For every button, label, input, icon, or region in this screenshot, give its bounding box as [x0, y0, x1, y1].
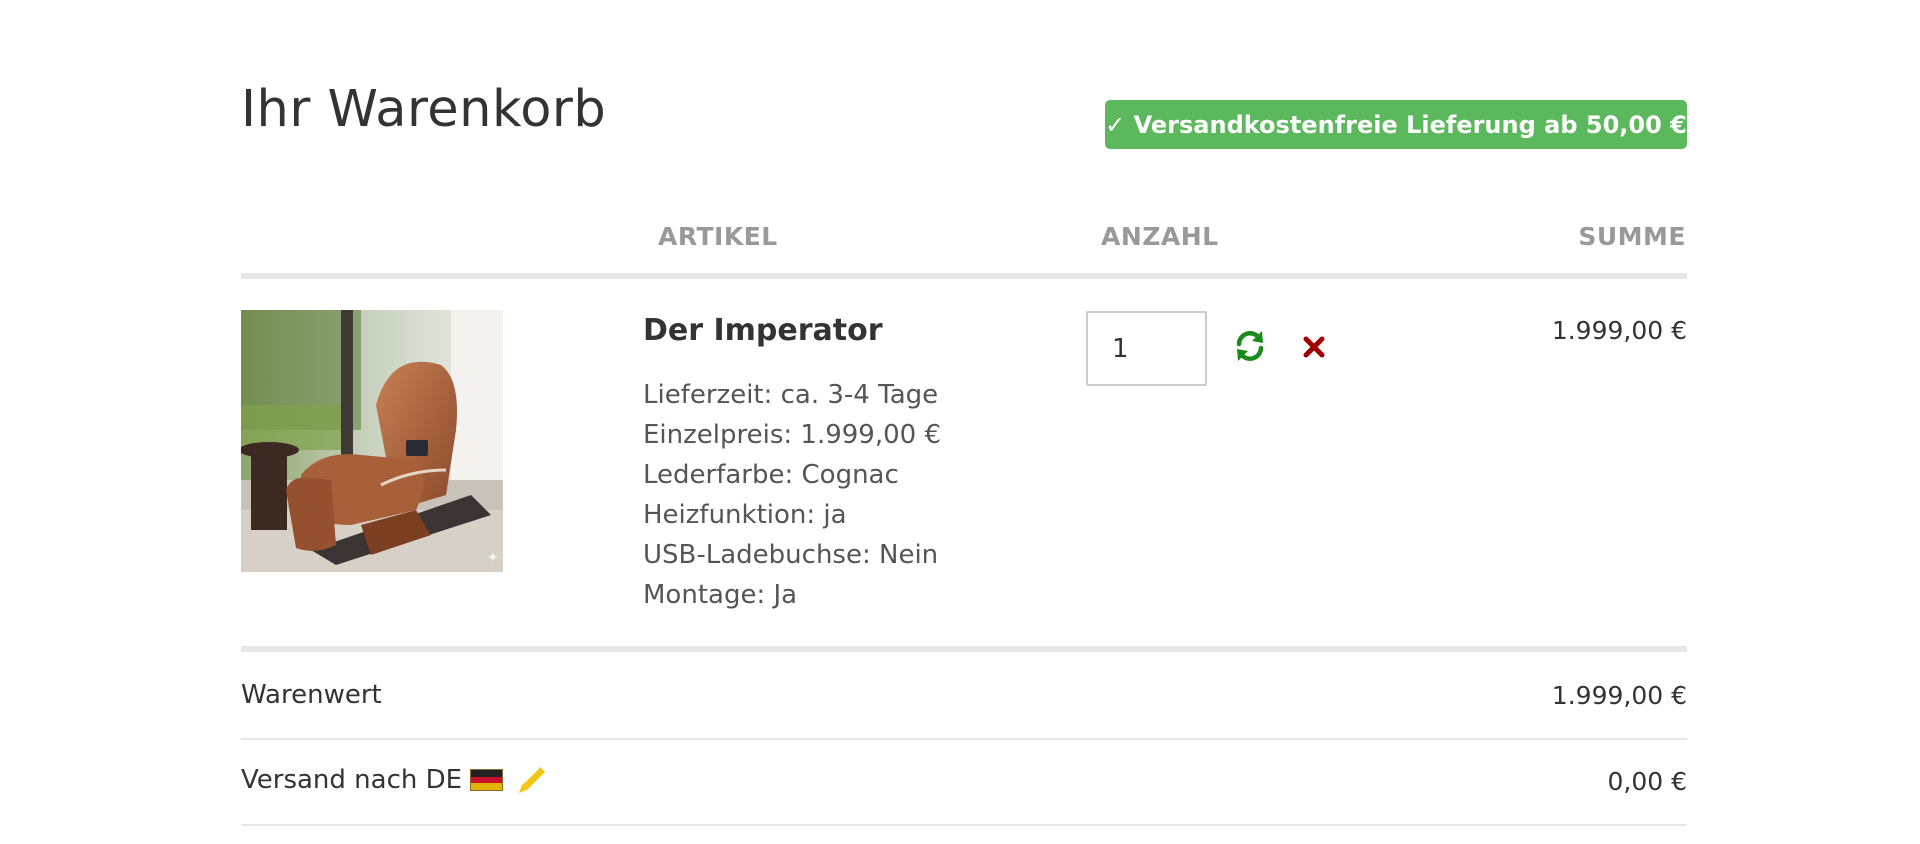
shipping-value: 0,00 €	[1607, 767, 1687, 796]
item-total: 1.999,00 €	[1551, 316, 1687, 345]
free-shipping-banner: ✓ Versandkostenfreie Lieferung ab 50,00 …	[1105, 100, 1687, 149]
attribute-heizfunktion: Heizfunktion: ja	[643, 500, 847, 530]
germany-flag-icon	[470, 769, 504, 791]
refresh-icon[interactable]	[1232, 328, 1268, 364]
summary-bottom-divider	[241, 824, 1687, 826]
product-name[interactable]: Der Imperator	[643, 313, 883, 348]
svg-text:✦: ✦	[487, 550, 499, 566]
summary-divider	[241, 738, 1687, 740]
attribute-usb-ladebuchse: USB-Ladebuchse: Nein	[643, 540, 939, 570]
attribute-einzelpreis: Einzelpreis: 1.999,00 €	[643, 420, 941, 450]
subtotal-label: Warenwert	[241, 680, 382, 710]
column-header-anzahl: ANZAHL	[1101, 222, 1219, 251]
column-header-summe: SUMME	[1578, 222, 1686, 251]
header-divider	[241, 273, 1687, 279]
shipping-label: Versand nach DE	[241, 765, 463, 795]
shipping-row-label: Versand nach DE	[241, 764, 547, 796]
quantity-input[interactable]	[1086, 311, 1207, 386]
attribute-montage: Montage: Ja	[643, 580, 798, 610]
page-title: Ihr Warenkorb	[241, 80, 607, 139]
column-header-artikel: ARTIKEL	[658, 222, 778, 251]
product-image[interactable]: ✦	[241, 310, 503, 572]
product-attributes: Lieferzeit: ca. 3-4 Tage Einzelpreis: 1.…	[643, 375, 941, 615]
item-divider	[241, 646, 1687, 652]
attribute-lederfarbe: Lederfarbe: Cognac	[643, 460, 899, 490]
attribute-lieferzeit: Lieferzeit: ca. 3-4 Tage	[643, 380, 939, 410]
subtotal-value: 1.999,00 €	[1551, 681, 1687, 710]
cart-page: Ihr Warenkorb ✓ Versandkostenfreie Liefe…	[0, 0, 1920, 844]
pencil-icon[interactable]	[515, 764, 547, 796]
close-icon[interactable]	[1300, 333, 1328, 361]
